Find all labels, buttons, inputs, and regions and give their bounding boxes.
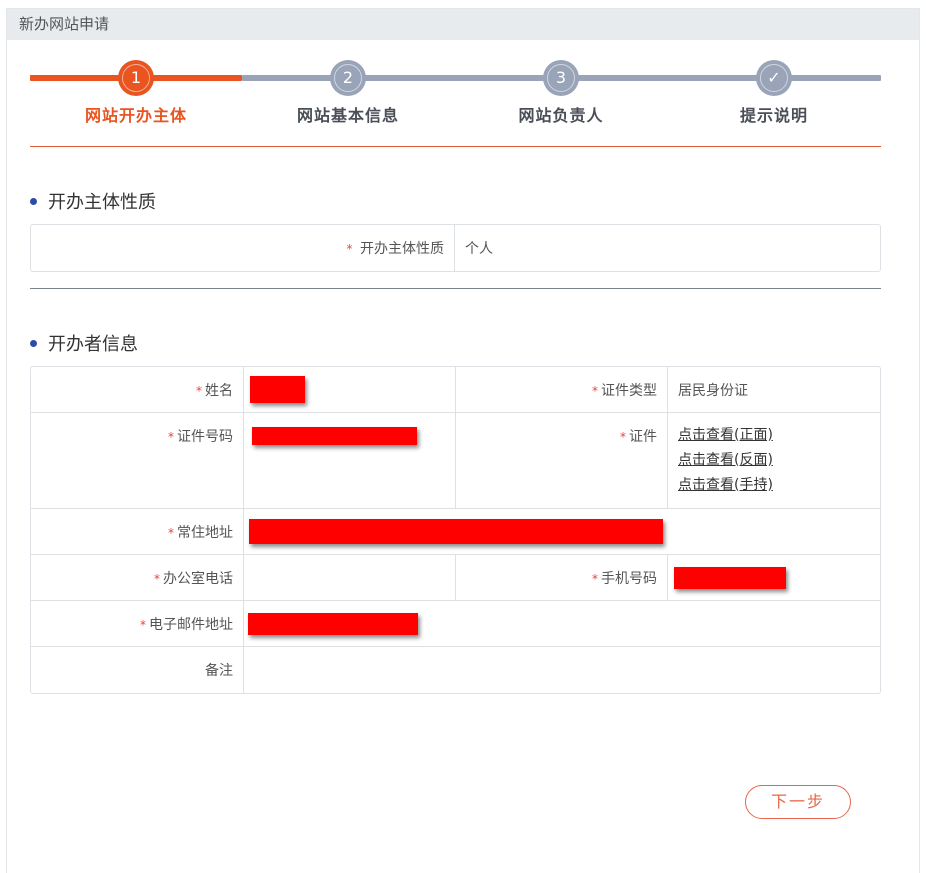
step-entity[interactable]: 1 网站开办主体	[56, 60, 216, 126]
name-value	[244, 367, 456, 413]
checkmark-icon: ✓	[756, 60, 792, 96]
bullet-icon	[30, 339, 37, 347]
table-row: * 开办主体性质 个人	[31, 225, 880, 271]
section-title-entity: 开办主体性质	[30, 188, 156, 214]
step-label: 网站基本信息	[296, 106, 399, 125]
step-site-info[interactable]: 2 网站基本信息	[268, 60, 428, 126]
divider	[30, 146, 881, 147]
step-number: 3	[543, 60, 579, 96]
section-title-owner: 开办者信息	[30, 330, 138, 356]
field-label: * 电子邮件地址	[31, 601, 244, 647]
owner-table: * 姓名 * 证件类型 居民身份证 * 证件号码 * 证件 点击查看(正面) 点击查看(…	[30, 366, 881, 694]
step-label: 提示说明	[739, 106, 808, 125]
field-label: * 证件	[456, 413, 668, 509]
view-handheld-link[interactable]: 点击查看(手持)	[678, 473, 870, 498]
view-back-link[interactable]: 点击查看(反面)	[678, 448, 870, 473]
field-label: * 办公室电话	[31, 555, 244, 601]
view-front-link[interactable]: 点击查看(正面)	[678, 423, 870, 448]
table-row: * 办公室电话 * 手机号码	[31, 555, 880, 601]
mobile-value	[668, 555, 880, 601]
remark-value	[244, 647, 880, 693]
redaction-box	[248, 612, 418, 635]
redaction-box	[250, 376, 305, 403]
next-step-button[interactable]: 下一步	[745, 785, 851, 819]
step-label: 网站开办主体	[84, 106, 187, 125]
field-label: * 手机号码	[456, 555, 668, 601]
step-notes[interactable]: ✓ 提示说明	[694, 60, 854, 126]
field-label: * 姓名	[31, 367, 244, 413]
progress-stepper: 1 网站开办主体 2 网站基本信息 3 网站负责人 ✓ 提示说明	[30, 60, 881, 130]
divider	[30, 288, 881, 289]
email-value	[244, 601, 880, 647]
redaction-box	[674, 566, 786, 589]
address-value	[244, 509, 880, 555]
bullet-icon	[30, 197, 37, 205]
field-label: * 证件号码	[31, 413, 244, 509]
id-number-value	[244, 413, 456, 509]
table-row: * 常住地址	[31, 509, 880, 555]
redaction-box	[252, 427, 417, 445]
step-number: 2	[330, 60, 366, 96]
office-phone-value	[244, 555, 456, 601]
field-label: * 证件类型	[456, 367, 668, 413]
table-row: * 姓名 * 证件类型 居民身份证	[31, 367, 880, 413]
entity-type-value: 个人	[465, 241, 493, 257]
page-title: 新办网站申请	[7, 9, 919, 40]
step-label: 网站负责人	[518, 106, 604, 125]
id-document-links: 点击查看(正面) 点击查看(反面) 点击查看(手持)	[668, 413, 880, 509]
table-row: 备注	[31, 647, 880, 693]
field-label: * 常住地址	[31, 509, 244, 555]
redaction-box	[249, 519, 663, 544]
table-row: * 证件号码 * 证件 点击查看(正面) 点击查看(反面) 点击查看(手持)	[31, 413, 880, 509]
field-label: * 开办主体性质	[31, 225, 455, 271]
step-number: 1	[118, 60, 154, 96]
table-row: * 电子邮件地址	[31, 601, 880, 647]
entity-table: * 开办主体性质 个人	[30, 224, 881, 272]
id-type-value: 居民身份证	[668, 367, 880, 413]
step-site-manager[interactable]: 3 网站负责人	[481, 60, 641, 126]
field-label: 备注	[31, 647, 244, 693]
